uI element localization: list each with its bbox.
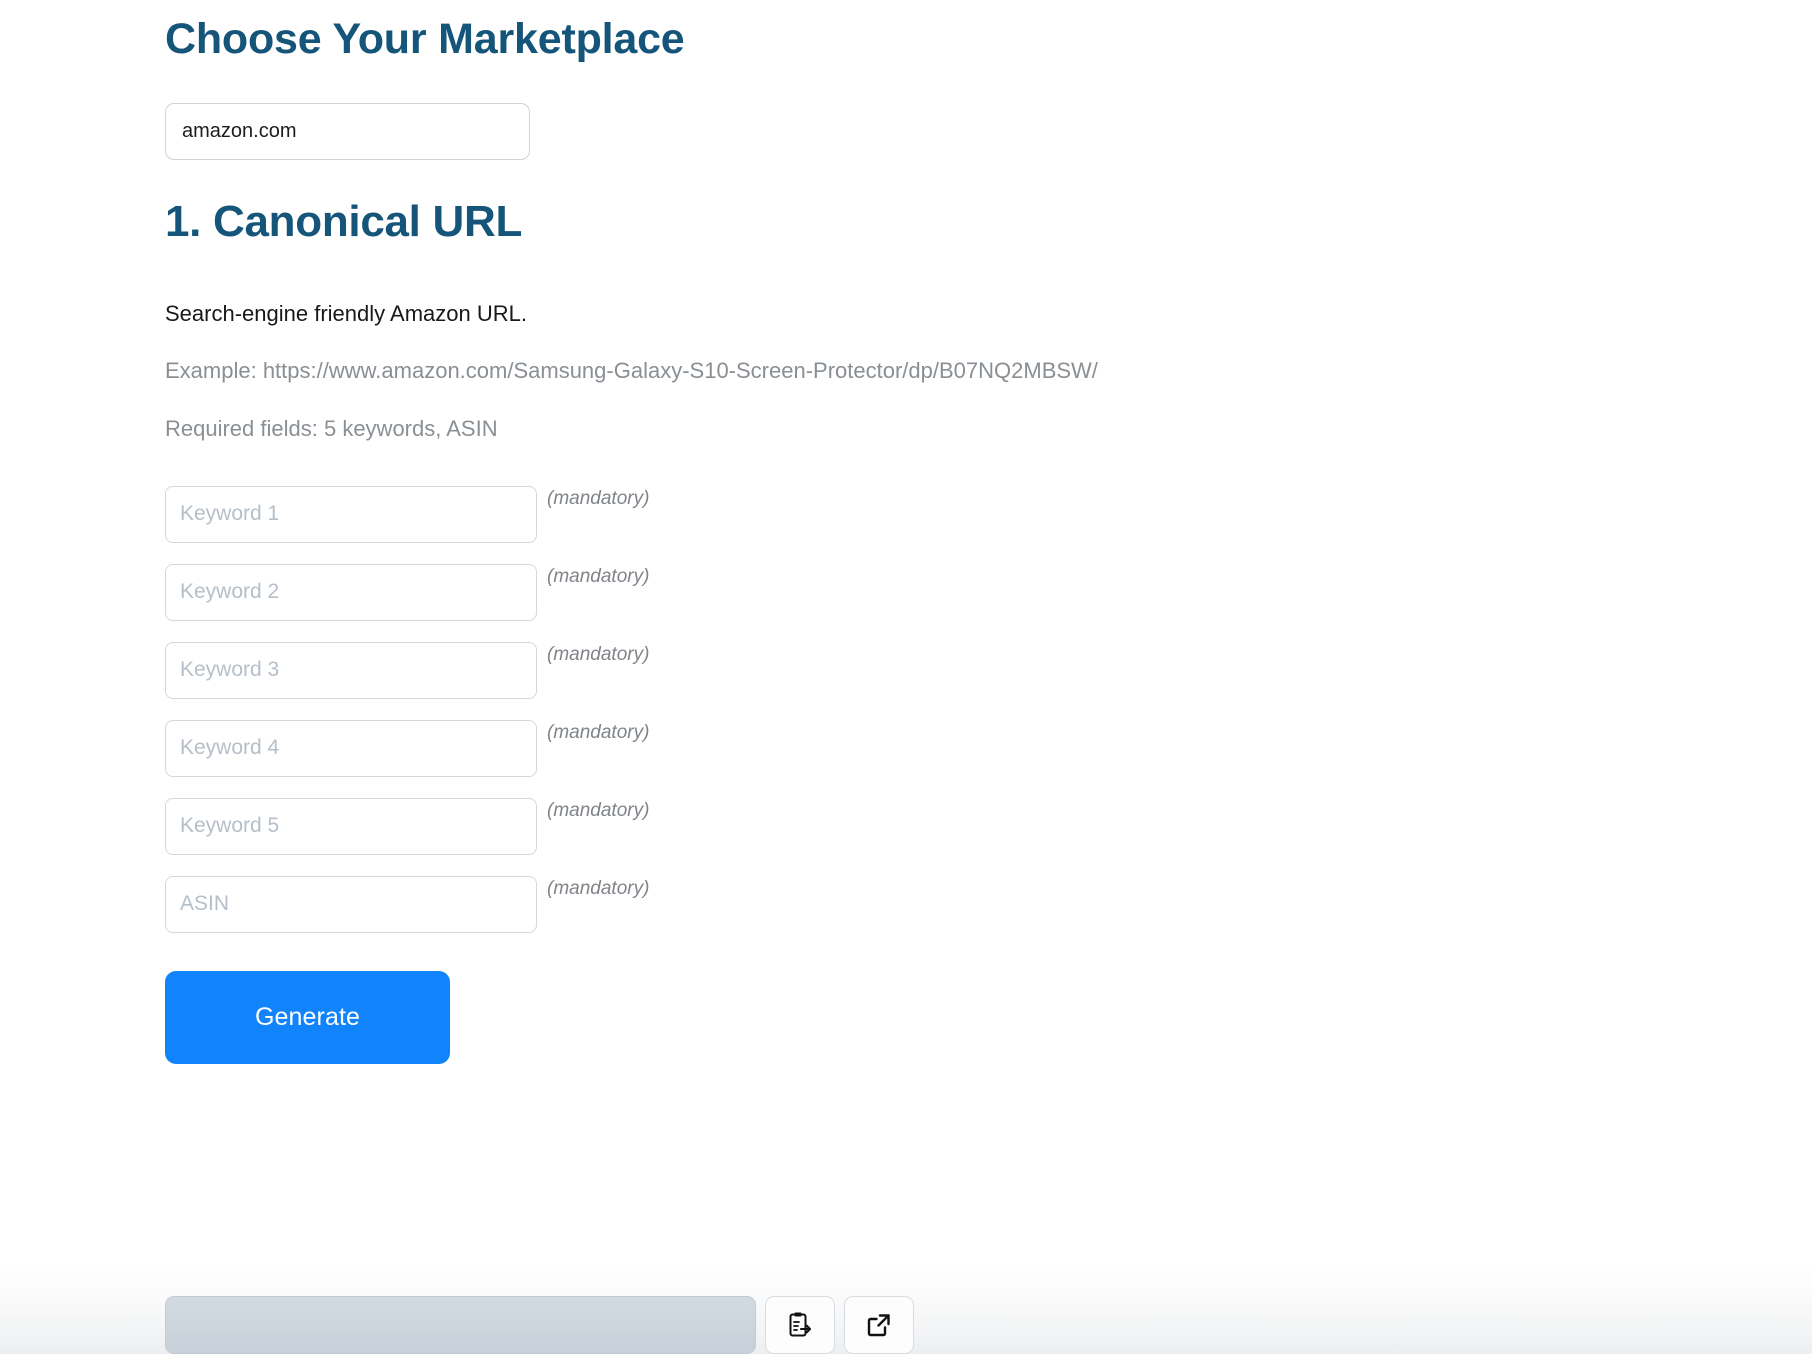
field-row-keyword-4: (mandatory): [165, 719, 1665, 777]
keyword-2-input[interactable]: [165, 563, 537, 621]
section-required-fields: Required fields: 5 keywords, ASIN: [165, 416, 498, 442]
generated-url-output[interactable]: [165, 1296, 756, 1354]
external-link-icon: [866, 1312, 892, 1338]
output-bar: [165, 1296, 914, 1354]
generate-button[interactable]: Generate: [165, 970, 450, 1064]
marketplace-select[interactable]: amazon.com: [165, 102, 530, 160]
keyword-3-mandatory-label: (mandatory): [547, 643, 650, 665]
field-row-keyword-2: (mandatory): [165, 563, 1665, 621]
section-heading: 1. Canonical URL: [165, 196, 523, 246]
keyword-3-input[interactable]: [165, 641, 537, 699]
keyword-5-mandatory-label: (mandatory): [547, 799, 650, 821]
keyword-2-mandatory-label: (mandatory): [547, 565, 650, 587]
field-row-keyword-1: (mandatory): [165, 485, 1665, 543]
keyword-4-mandatory-label: (mandatory): [547, 721, 650, 743]
field-row-keyword-3: (mandatory): [165, 641, 1665, 699]
open-in-new-tab-button[interactable]: [844, 1296, 914, 1354]
keyword-5-input[interactable]: [165, 797, 537, 855]
app-page: Choose Your Marketplace amazon.com 1. Ca…: [0, 0, 1812, 1354]
clipboard-paste-icon: [787, 1311, 813, 1339]
section-example: Example: https://www.amazon.com/Samsung-…: [165, 358, 1098, 384]
section-description: Search-engine friendly Amazon URL.: [165, 300, 527, 326]
keyword-fields-group: (mandatory) (mandatory) (mandatory) (man…: [165, 485, 1665, 933]
asin-input[interactable]: [165, 875, 537, 933]
page-title: Choose Your Marketplace: [165, 15, 685, 63]
field-row-keyword-5: (mandatory): [165, 797, 1665, 855]
keyword-1-input[interactable]: [165, 485, 537, 543]
marketplace-select-wrapper: amazon.com: [165, 102, 1665, 160]
keyword-1-mandatory-label: (mandatory): [547, 487, 650, 509]
keyword-4-input[interactable]: [165, 719, 537, 777]
main-content: Choose Your Marketplace amazon.com 1. Ca…: [165, 0, 1665, 1064]
asin-mandatory-label: (mandatory): [547, 877, 650, 899]
copy-to-clipboard-button[interactable]: [765, 1296, 835, 1354]
field-row-asin: (mandatory): [165, 875, 1665, 933]
